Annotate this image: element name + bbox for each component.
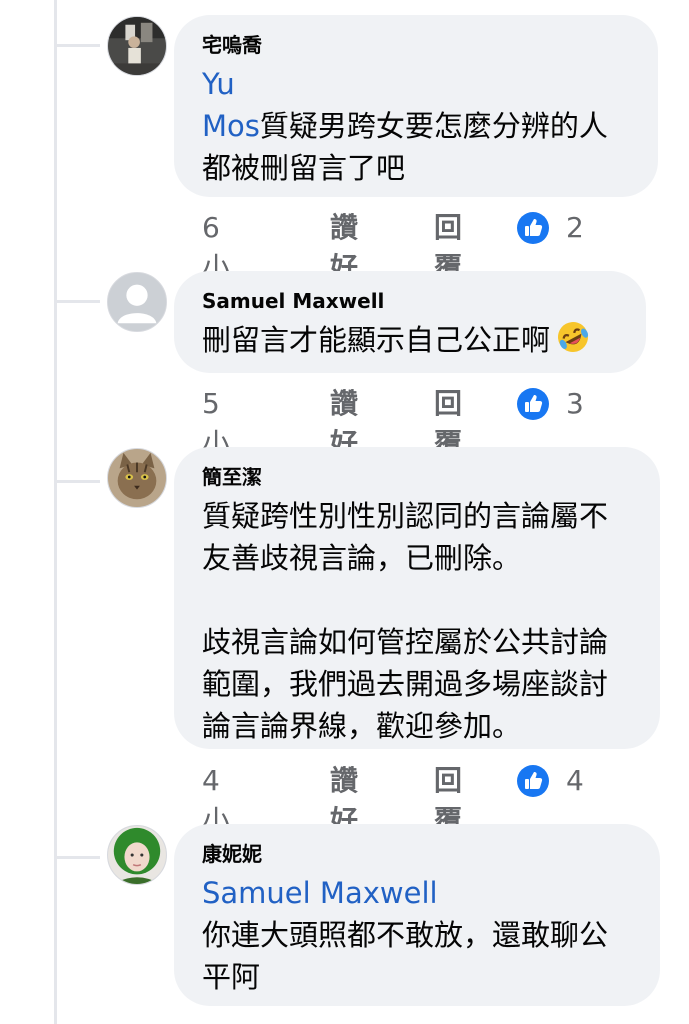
like-reaction-icon[interactable] bbox=[516, 211, 550, 245]
comment-author[interactable]: 簡至潔 bbox=[202, 463, 634, 491]
comment-bubble: 宅嗚喬 Yu Mos質疑男跨女要怎麼分辨的人 都被刪留言了吧 bbox=[174, 15, 658, 197]
like-reaction-icon[interactable] bbox=[516, 387, 550, 421]
thread-branch bbox=[56, 44, 100, 47]
comment-author[interactable]: 宅嗚喬 bbox=[202, 31, 632, 59]
like-reaction-icon[interactable] bbox=[516, 764, 550, 798]
comment-text: 質疑男跨女要怎麼分辨的人 都被刪留言了吧 bbox=[202, 109, 608, 185]
thread-branch bbox=[56, 480, 100, 483]
thread-branch bbox=[56, 856, 100, 859]
comment-author[interactable]: Samuel Maxwell bbox=[202, 287, 620, 315]
comment-author[interactable]: 康妮妮 bbox=[202, 840, 634, 868]
comment-bubble: Samuel Maxwell 刪留言才能顯示自己公正啊 bbox=[174, 271, 646, 373]
thread-line bbox=[54, 0, 57, 1024]
reaction-count[interactable]: 2 bbox=[566, 208, 584, 248]
mention-link[interactable]: Yu Mos bbox=[202, 67, 260, 143]
comment-bubble: 康妮妮 Samuel Maxwell 你連大頭照都不敢放，還敢聊公 平阿 bbox=[174, 824, 660, 1006]
comment-text: 刪留言才能顯示自己公正啊 bbox=[202, 323, 551, 357]
reaction-count[interactable]: 4 bbox=[566, 761, 584, 801]
avatar[interactable] bbox=[107, 448, 167, 508]
default-avatar-icon[interactable] bbox=[107, 272, 167, 332]
avatar[interactable] bbox=[107, 16, 167, 76]
comment-text: 質疑跨性別性別認同的言論屬不 友善歧視言論，已刪除。 歧視言論如何管控屬於公共討… bbox=[202, 499, 609, 743]
comment-bubble: 簡至潔 質疑跨性別性別認同的言論屬不 友善歧視言論，已刪除。 歧視言論如何管控屬… bbox=[174, 447, 660, 749]
reaction-count[interactable]: 3 bbox=[566, 384, 584, 424]
rolling-on-floor-laughing-emoji bbox=[558, 322, 589, 352]
comment-text: 你連大頭照都不敢放，還敢聊公 平阿 bbox=[202, 918, 609, 994]
thread-branch bbox=[56, 300, 100, 303]
avatar[interactable] bbox=[107, 825, 167, 885]
mention-link[interactable]: Samuel Maxwell bbox=[202, 876, 438, 910]
